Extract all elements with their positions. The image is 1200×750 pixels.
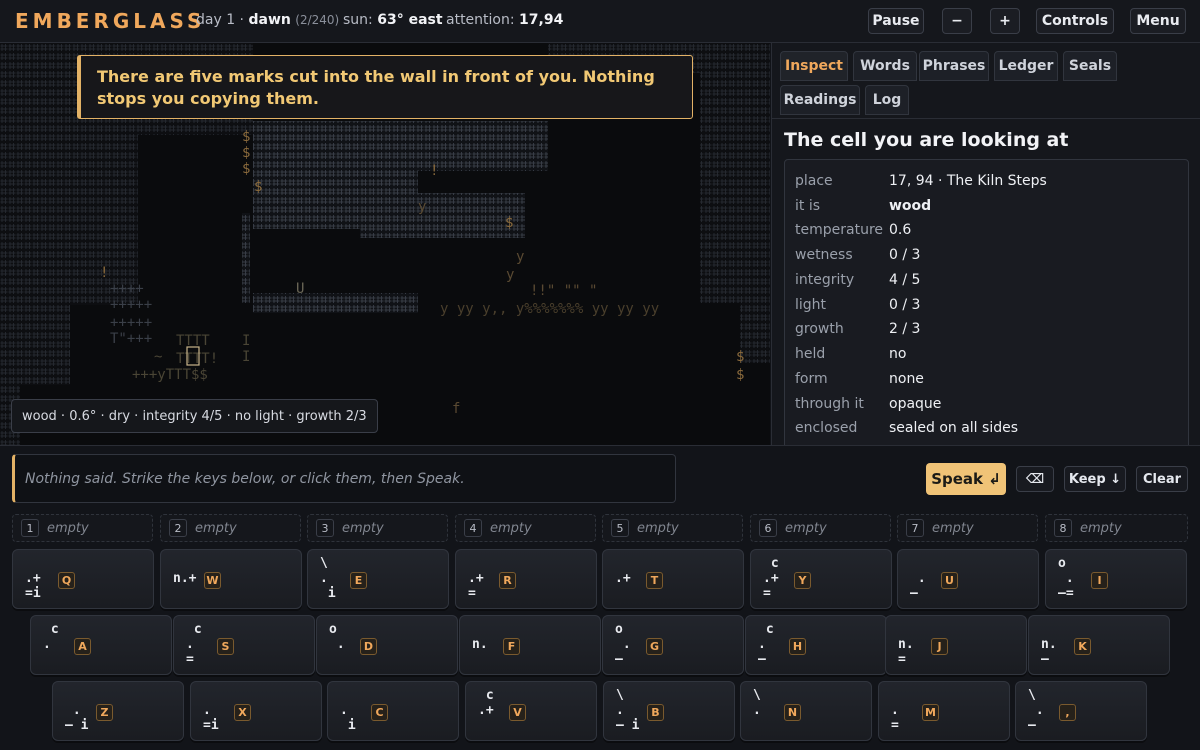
svg-text:!: ! <box>100 265 108 281</box>
cell-summary-tooltip: wood · 0.6° · dry · integrity 4/5 · no l… <box>11 399 378 433</box>
phrase-slot-4[interactable]: 4 empty <box>455 514 596 542</box>
glyph-key-i[interactable]: o . –= I <box>1045 549 1187 609</box>
event-notice: There are five marks cut into the wall i… <box>77 55 693 119</box>
svg-text:y: y <box>418 199 426 215</box>
sun-indicator: sun: 63° east <box>343 12 443 28</box>
glyph-key-q[interactable]: .+ =i Q <box>12 549 154 609</box>
svg-text:$: $ <box>505 215 513 231</box>
speech-input[interactable]: Nothing said. Strike the keys below, or … <box>12 454 676 503</box>
svg-text:~: ~ <box>154 349 162 365</box>
tab-log[interactable]: Log <box>865 85 909 115</box>
svg-text:$: $ <box>242 145 250 161</box>
day-label: day 1 · <box>196 12 249 28</box>
glyph-key-k[interactable]: n. – K <box>1028 615 1170 675</box>
svg-text:$: $ <box>736 367 744 383</box>
controls-button[interactable]: Controls <box>1036 8 1114 34</box>
phrase-slot-3[interactable]: 3 empty <box>307 514 448 542</box>
phrase-slot-7[interactable]: 7 empty <box>897 514 1038 542</box>
top-bar: EMBERGLASS day 1 · dawn (2/240) sun: 63°… <box>0 0 1200 43</box>
glyph-key-y[interactable]: c .+ = Y <box>750 549 892 609</box>
glyph-key-s[interactable]: c . = S <box>173 615 315 675</box>
phase-value: dawn <box>248 12 291 28</box>
glyph-key-j[interactable]: n. = J <box>885 615 1027 675</box>
glyph-key-f[interactable]: n. F <box>459 615 601 675</box>
svg-text:T"+++: T"+++ <box>110 331 152 347</box>
svg-text:$: $ <box>242 161 250 177</box>
glyph-key-g[interactable]: o . – G <box>602 615 744 675</box>
tab-inspect[interactable]: Inspect <box>780 51 848 81</box>
glyph-key-v[interactable]: c .+ V <box>465 681 597 741</box>
glyph-key-t[interactable]: .+ T <box>602 549 744 609</box>
svg-text:+++++: +++++ <box>110 315 152 331</box>
backspace-button[interactable]: ⌫ <box>1016 466 1054 492</box>
world-map[interactable]: $ $ $ $ ! $ y U ! y y !!" "" " y yy y,, … <box>0 43 770 445</box>
attention-label: attention: <box>446 12 520 28</box>
day-indicator: day 1 · dawn (2/240) <box>196 12 339 28</box>
panel-title: The cell you are looking at <box>784 129 1069 151</box>
phrase-slot-1[interactable]: 1 empty <box>12 514 153 542</box>
svg-text:$: $ <box>736 349 744 365</box>
phrase-slot-5[interactable]: 5 empty <box>602 514 743 542</box>
menu-button[interactable]: Menu <box>1130 8 1186 34</box>
tab-seals[interactable]: Seals <box>1063 51 1117 81</box>
svg-text:y: y <box>516 249 524 265</box>
tab-ledger[interactable]: Ledger <box>994 51 1058 81</box>
zoom-out-button[interactable]: − <box>942 8 972 34</box>
glyph-key-z[interactable]: . – iZ <box>52 681 184 741</box>
game-title: EMBERGLASS <box>15 9 206 33</box>
svg-text:I: I <box>242 333 250 349</box>
svg-text:U: U <box>296 281 304 297</box>
glyph-key-m[interactable]: . = M <box>878 681 1010 741</box>
svg-text:$: $ <box>242 129 250 145</box>
clear-button[interactable]: Clear <box>1136 466 1188 492</box>
phase-progress: (2/240) <box>295 13 340 27</box>
cell-properties: place 17, 94 · The Kiln Steps it is wood t… <box>784 159 1189 445</box>
phrase-slot-2[interactable]: 2 empty <box>160 514 301 542</box>
attention-value: 17,94 <box>519 12 564 28</box>
svg-text:I: I <box>242 349 250 365</box>
svg-text:!: ! <box>430 163 438 179</box>
phrase-slot-6[interactable]: 6 empty <box>750 514 891 542</box>
sun-label: sun: <box>343 12 378 28</box>
pause-button[interactable]: Pause <box>868 8 924 34</box>
glyph-key-x[interactable]: . =i X <box>190 681 322 741</box>
speak-button[interactable]: Speak ↲ <box>926 463 1006 495</box>
glyph-key-b[interactable]: \ . – iB <box>603 681 735 741</box>
zoom-in-button[interactable]: + <box>990 8 1020 34</box>
glyph-key-comma[interactable]: \ . –, <box>1015 681 1147 741</box>
glyph-key-a[interactable]: c . A <box>30 615 172 675</box>
svg-text:y: y <box>506 267 514 283</box>
keep-button[interactable]: Keep ↓ <box>1064 466 1126 492</box>
inspect-panel: Inspect Words Phrases Ledger Seals Readi… <box>771 43 1200 445</box>
glyph-key-w[interactable]: n.+ W <box>160 549 302 609</box>
svg-text:!!" "" ": !!" "" " <box>530 283 597 299</box>
glyph-key-n[interactable]: \ . N <box>740 681 872 741</box>
glyph-key-h[interactable]: c . – H <box>745 615 887 675</box>
glyph-key-d[interactable]: o . D <box>316 615 458 675</box>
attention-indicator: attention: 17,94 <box>446 12 563 28</box>
glyph-key-e[interactable]: \ . iE <box>307 549 449 609</box>
phrase-slot-8[interactable]: 8 empty <box>1045 514 1188 542</box>
svg-text:y yy y,, y%%%%%%% yy yy yy: y yy y,, y%%%%%%% yy yy yy <box>440 301 659 317</box>
tab-readings[interactable]: Readings <box>780 85 860 115</box>
svg-text:++++: ++++ <box>110 281 144 297</box>
svg-text:f: f <box>452 401 460 417</box>
glyph-key-u[interactable]: . – U <box>897 549 1039 609</box>
glyph-key-c[interactable]: . iC <box>327 681 459 741</box>
tab-divider <box>772 118 1200 119</box>
glyph-key-r[interactable]: .+ = R <box>455 549 597 609</box>
svg-text:$: $ <box>254 179 262 195</box>
tab-phrases[interactable]: Phrases <box>919 51 989 81</box>
sun-value: 63° east <box>377 12 443 28</box>
svg-text:+++++: +++++ <box>110 297 152 313</box>
tab-words[interactable]: Words <box>853 51 917 81</box>
svg-text:+++yTTT$$: +++yTTT$$ <box>132 367 208 383</box>
